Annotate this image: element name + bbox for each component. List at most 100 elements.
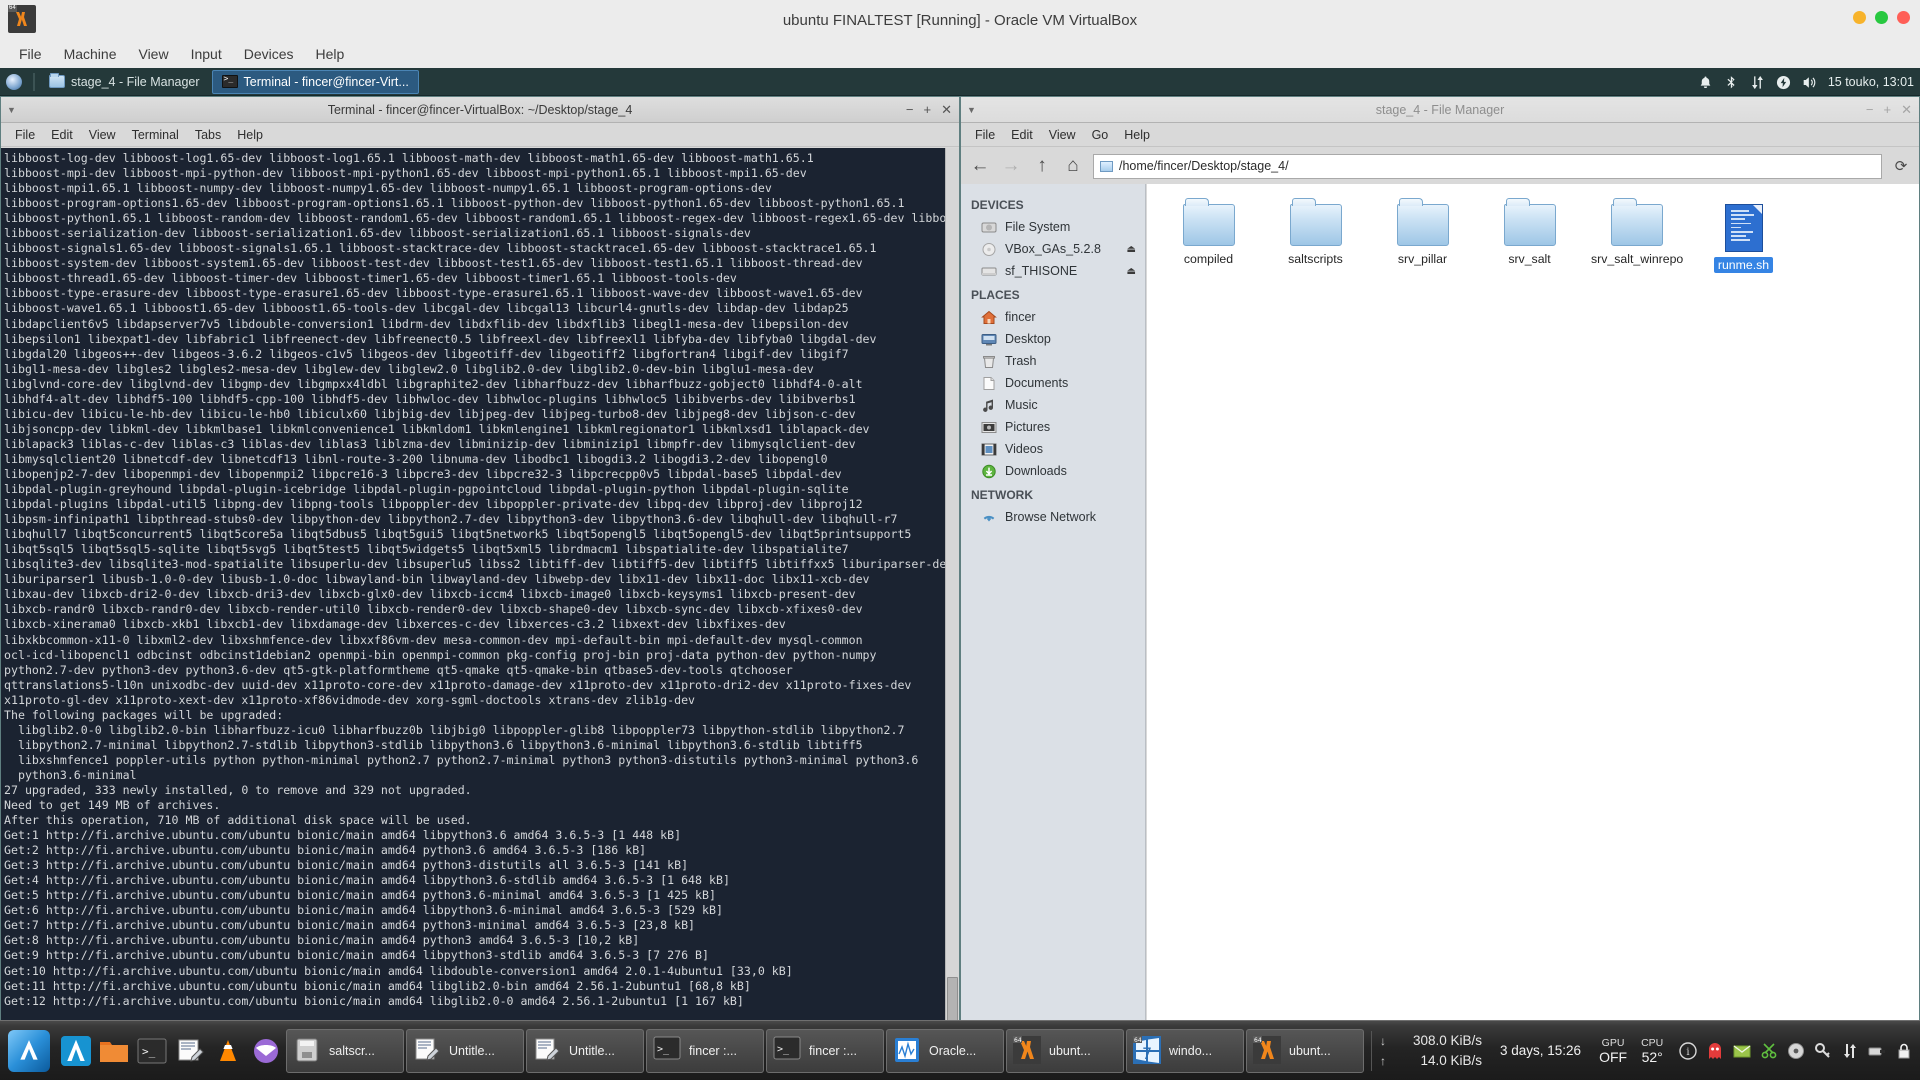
sidebar-item-trash[interactable]: Trash	[961, 350, 1145, 372]
taskbar-button-virtualbox-manager[interactable]: Oracle...	[886, 1029, 1004, 1073]
menu-machine[interactable]: Machine	[53, 43, 128, 65]
quicklaunch-notepad-icon[interactable]	[172, 1031, 208, 1071]
eject-icon[interactable]: ⏏	[1127, 244, 1136, 255]
network-updown-icon[interactable]	[1841, 1042, 1859, 1060]
terminal-menu-view[interactable]: View	[81, 126, 124, 144]
maximize-button[interactable]: +	[1884, 102, 1892, 118]
panel-clock[interactable]: 15 touko, 13:01	[1828, 75, 1914, 89]
taskbar-button-windows-vm[interactable]: 764 windo...	[1126, 1029, 1244, 1073]
fm-menu-help[interactable]: Help	[1116, 126, 1158, 144]
file-manager-sidebar[interactable]: DEVICESFile SystemVBox_GAs_5.2.8⏏sf_THIS…	[961, 184, 1146, 1020]
sidebar-item-videos[interactable]: Videos	[961, 438, 1145, 460]
flash-drive-icon[interactable]	[1868, 1042, 1886, 1060]
power-icon[interactable]	[1776, 75, 1791, 90]
sidebar-item-desktop[interactable]: Desktop	[961, 328, 1145, 350]
path-input[interactable]: /home/fincer/Desktop/stage_4/	[1093, 154, 1882, 179]
file-manager-menubar[interactable]: File Edit View Go Help	[961, 123, 1919, 147]
scissors-icon[interactable]	[1760, 1042, 1778, 1060]
taskbar-button-untitled-2[interactable]: Untitle...	[526, 1029, 644, 1073]
menu-input[interactable]: Input	[180, 43, 233, 65]
maximize-button[interactable]	[1875, 11, 1888, 24]
back-arrow-icon[interactable]: ←	[969, 155, 991, 177]
taskbar-item-terminal[interactable]: Terminal - fincer@fincer-Virt...	[212, 70, 419, 94]
sidebar-item-browse-network[interactable]: Browse Network	[961, 506, 1145, 528]
virtualbox-menubar[interactable]: File Machine View Input Devices Help	[0, 40, 1920, 68]
terminal-menu-edit[interactable]: Edit	[43, 126, 81, 144]
quicklaunch-vlc-icon[interactable]	[210, 1031, 246, 1071]
terminal-menubar[interactable]: File Edit View Terminal Tabs Help	[1, 123, 959, 147]
folder-item[interactable]: srv_pillar	[1371, 200, 1474, 277]
fm-menu-view[interactable]: View	[1041, 126, 1084, 144]
menu-view[interactable]: View	[127, 43, 179, 65]
sidebar-item-downloads[interactable]: Downloads	[961, 460, 1145, 482]
quicklaunch-archlinux-icon[interactable]	[58, 1031, 94, 1071]
minimize-button[interactable]: −	[1866, 102, 1874, 118]
menu-help[interactable]: Help	[305, 43, 356, 65]
mail-icon[interactable]	[1733, 1042, 1751, 1060]
bluetooth-icon[interactable]	[1724, 75, 1739, 90]
info-icon[interactable]: i	[1679, 1042, 1697, 1060]
taskbar-button-terminal-2[interactable]: >_ fincer :...	[766, 1029, 884, 1073]
hardware-monitor[interactable]: GPU OFF CPU 52°	[1591, 1037, 1671, 1065]
volume-icon[interactable]	[1802, 75, 1817, 90]
file-manager-titlebar[interactable]: ▼ stage_4 - File Manager − + ✕	[961, 97, 1919, 123]
fm-menu-edit[interactable]: Edit	[1003, 126, 1041, 144]
terminal-menu-terminal[interactable]: Terminal	[124, 126, 187, 144]
window-menu-icon[interactable]: ▼	[7, 105, 16, 115]
sidebar-item-fincer[interactable]: fincer	[961, 306, 1145, 328]
sidebar-item-file-system[interactable]: File System	[961, 216, 1145, 238]
taskbar-button-untitled-1[interactable]: Untitle...	[406, 1029, 524, 1073]
uptime-indicator[interactable]: 3 days, 15:26	[1490, 1043, 1591, 1058]
ghost-icon[interactable]	[1706, 1042, 1724, 1060]
start-button[interactable]	[3, 1025, 55, 1077]
fm-menu-go[interactable]: Go	[1084, 126, 1117, 144]
quicklaunch-folder-icon[interactable]	[96, 1031, 132, 1071]
terminal-menu-tabs[interactable]: Tabs	[187, 126, 229, 144]
menu-devices[interactable]: Devices	[233, 43, 305, 65]
reload-icon[interactable]: ⟳	[1891, 157, 1911, 175]
folder-item[interactable]: saltscripts	[1264, 200, 1367, 277]
disc-icon[interactable]	[1787, 1042, 1805, 1060]
menu-file[interactable]: File	[8, 43, 53, 65]
folder-item[interactable]: srv_salt_winrepo	[1585, 200, 1688, 277]
minimize-button[interactable]	[1853, 11, 1866, 24]
home-icon[interactable]: ⌂	[1062, 155, 1084, 177]
fm-menu-file[interactable]: File	[967, 126, 1003, 144]
taskbar-button-ubuntu-vm-2[interactable]: 64 ubunt...	[1246, 1029, 1364, 1073]
quicklaunch-thunderbird-icon[interactable]	[248, 1031, 284, 1071]
network-meter[interactable]: ↓ 308.0 KiB/s ↑ 14.0 KiB/s	[1371, 1031, 1490, 1071]
file-manager-window-controls[interactable]: − + ✕	[1866, 102, 1912, 118]
forward-arrow-icon[interactable]: →	[1000, 155, 1022, 177]
file-item[interactable]: runme.sh	[1692, 200, 1795, 277]
sidebar-item-sf-thisone[interactable]: sf_THISONE⏏	[961, 260, 1145, 282]
file-manager-file-area[interactable]: compiledsaltscriptssrv_pillarsrv_saltsrv…	[1147, 184, 1919, 1020]
up-arrow-icon[interactable]: ↑	[1031, 155, 1053, 177]
folder-item[interactable]: compiled	[1157, 200, 1260, 277]
key-icon[interactable]	[1814, 1042, 1832, 1060]
applications-menu-icon[interactable]	[2, 70, 26, 94]
window-menu-icon[interactable]: ▼	[967, 105, 976, 115]
sidebar-item-music[interactable]: Music	[961, 394, 1145, 416]
taskbar-button-terminal-1[interactable]: >_ fincer :...	[646, 1029, 764, 1073]
terminal-menu-file[interactable]: File	[7, 126, 43, 144]
terminal-scrollbar[interactable]	[945, 148, 959, 1020]
close-button[interactable]	[1897, 11, 1910, 24]
scrollbar-thumb[interactable]	[947, 977, 958, 1020]
terminal-output[interactable]: libboost-log-dev libboost-log1.65-dev li…	[1, 148, 959, 1020]
taskbar-button-saltscripts[interactable]: saltscr...	[286, 1029, 404, 1073]
close-button[interactable]: ✕	[1901, 102, 1912, 118]
lock-icon[interactable]	[1895, 1042, 1913, 1060]
eject-icon[interactable]: ⏏	[1127, 266, 1136, 277]
close-button[interactable]: ✕	[941, 102, 952, 118]
taskbar-button-ubuntu-vm-1[interactable]: 64 ubunt...	[1006, 1029, 1124, 1073]
minimize-button[interactable]: −	[906, 102, 914, 118]
terminal-menu-help[interactable]: Help	[229, 126, 271, 144]
terminal-window-controls[interactable]: − + ✕	[906, 102, 952, 118]
network-updown-icon[interactable]	[1750, 75, 1765, 90]
folder-item[interactable]: srv_salt	[1478, 200, 1581, 277]
sidebar-item-vbox-gas-5-2-8[interactable]: VBox_GAs_5.2.8⏏	[961, 238, 1145, 260]
notification-bell-icon[interactable]	[1698, 75, 1713, 90]
quicklaunch-terminal-icon[interactable]: >_	[134, 1031, 170, 1071]
window-controls[interactable]	[1853, 11, 1910, 24]
terminal-titlebar[interactable]: ▼ Terminal - fincer@fincer-VirtualBox: ~…	[1, 97, 959, 123]
